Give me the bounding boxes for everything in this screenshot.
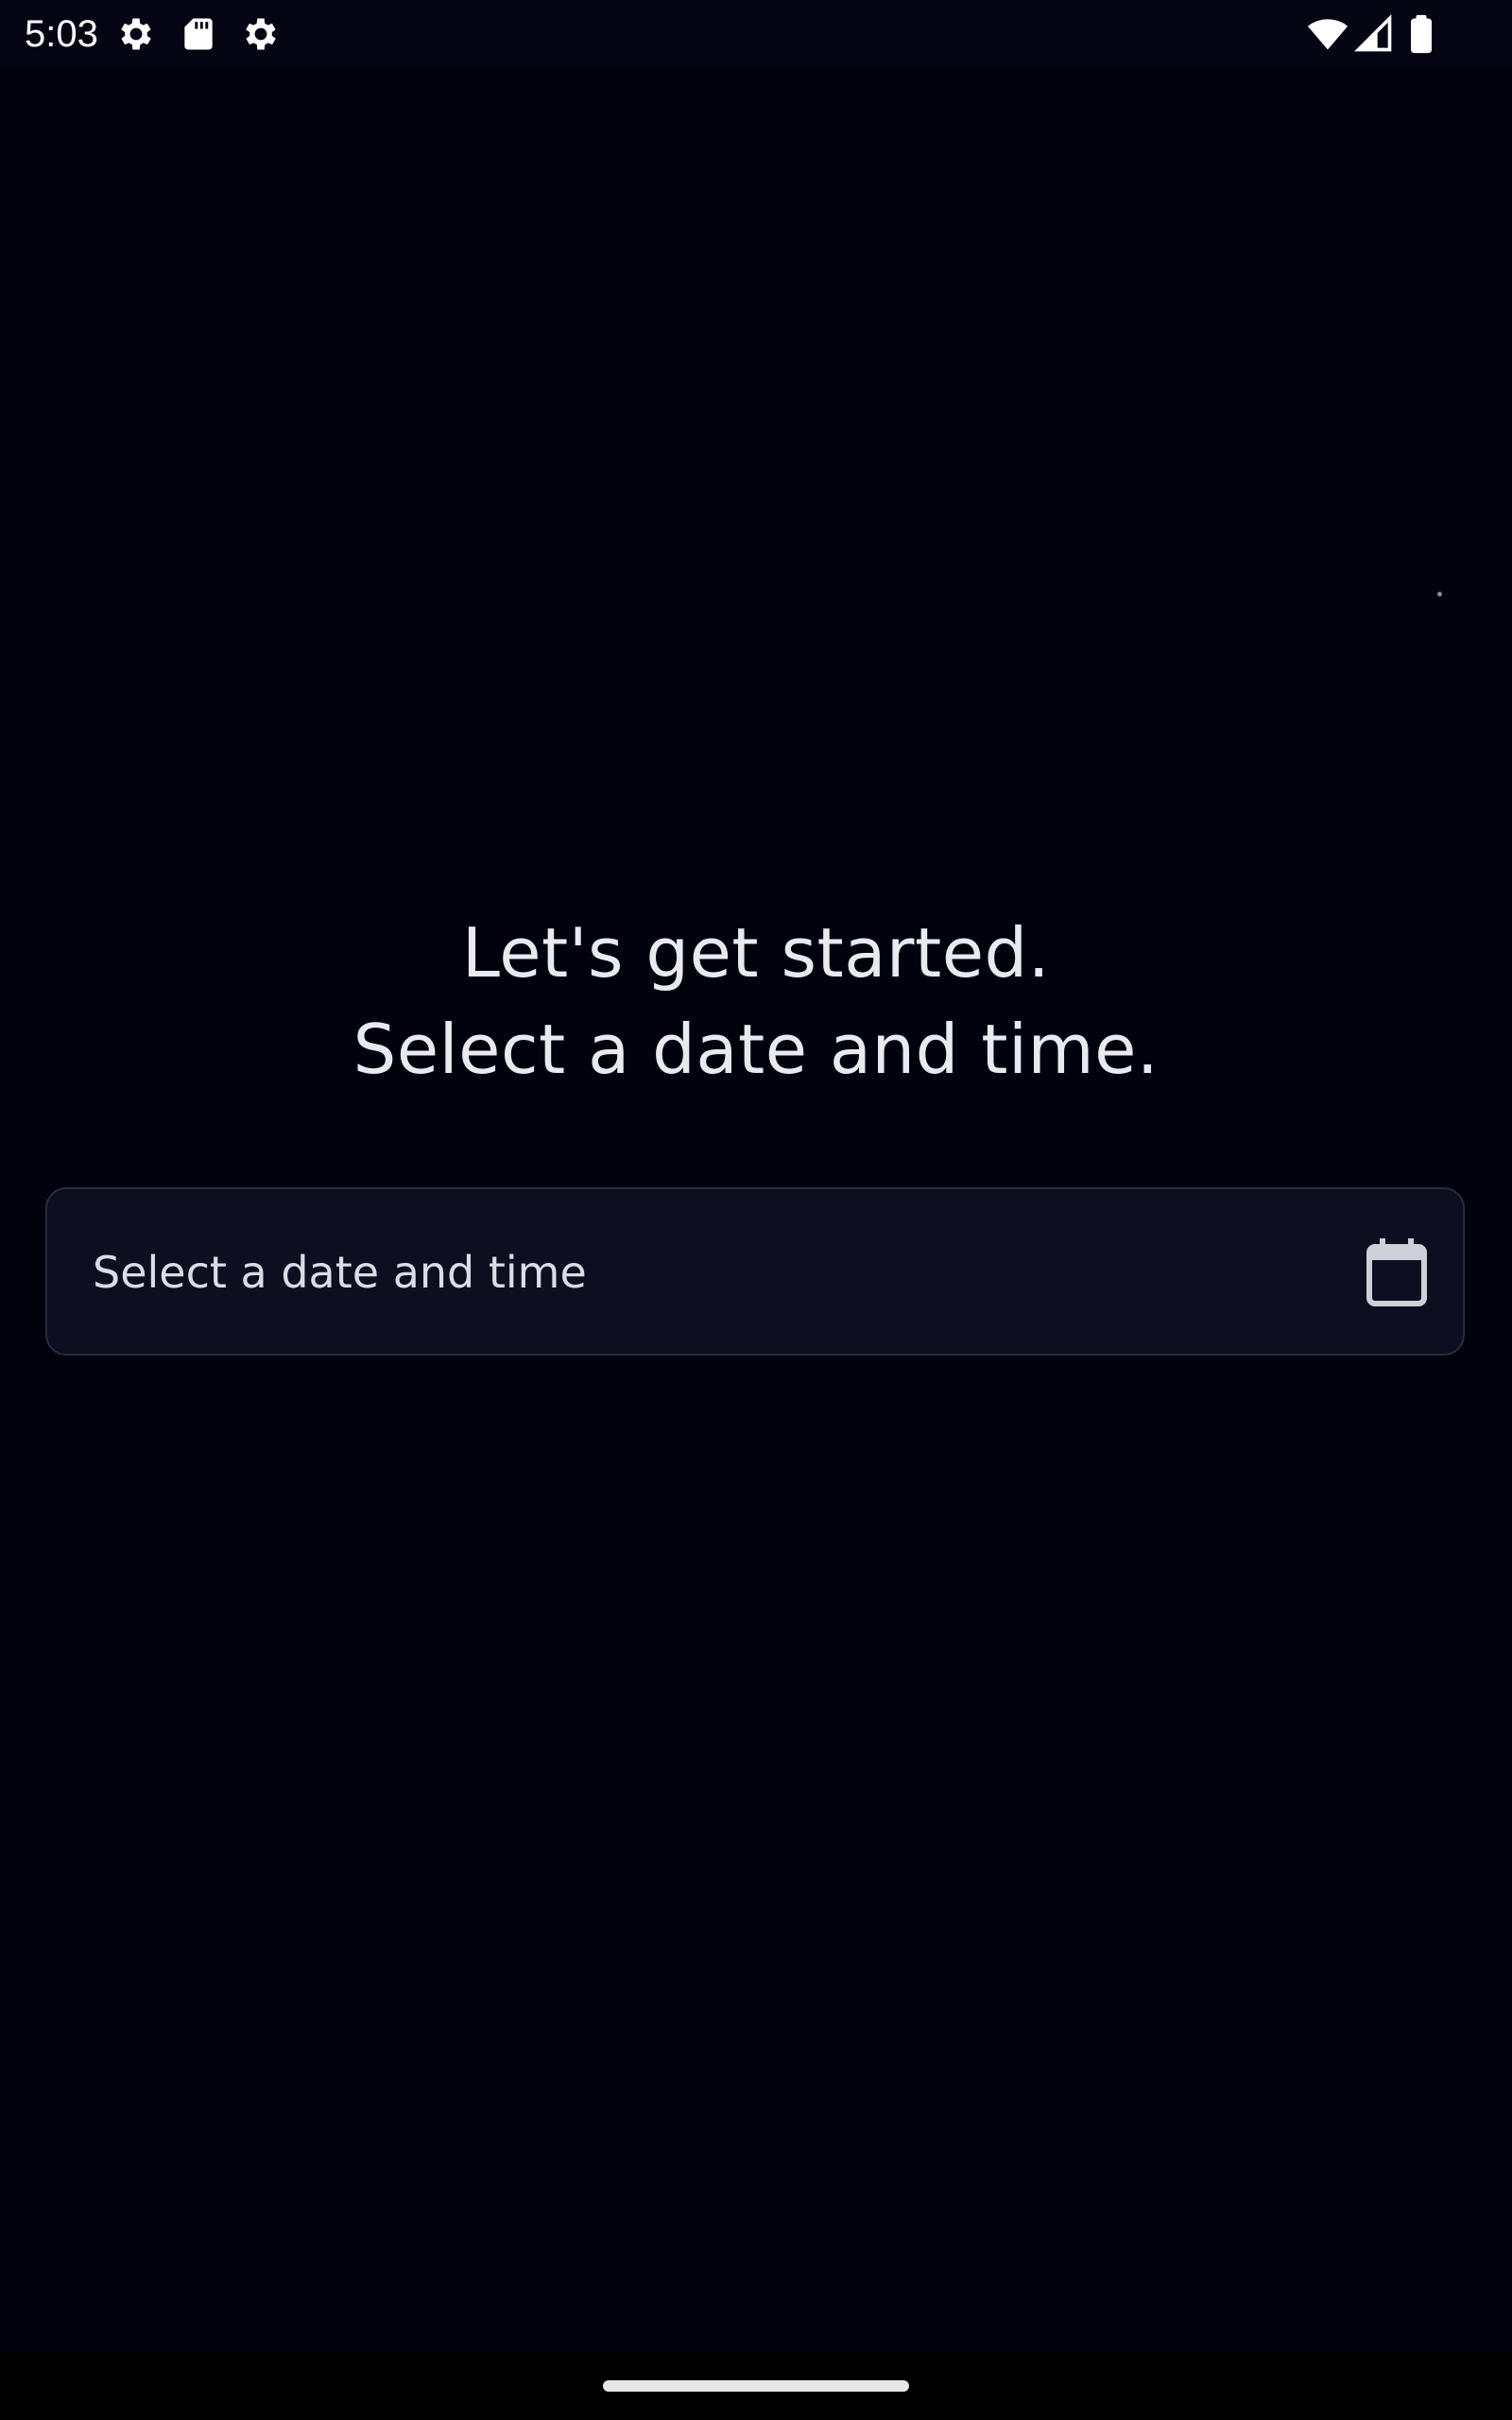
gear-icon (246, 18, 276, 50)
navigation-bar (0, 2352, 1512, 2420)
decorative-dot (1437, 592, 1442, 596)
headline-line-2: Select a date and time. (352, 1010, 1160, 1089)
cell-signal-icon (1354, 14, 1392, 52)
home-indicator[interactable] (603, 2380, 909, 2392)
status-bar: 5:03 (0, 0, 1512, 68)
battery-icon (1411, 14, 1432, 54)
headline-line-1: Let's get started. (461, 913, 1051, 993)
status-time: 5:03 (25, 13, 98, 55)
sd-card-icon (184, 18, 213, 50)
main-content: Let's get started. Select a date and tim… (0, 68, 1512, 2352)
date-time-picker-label: Select a date and time (93, 1247, 587, 1298)
gear-icon (121, 18, 151, 50)
date-time-picker-field[interactable]: Select a date and time (45, 1187, 1465, 1356)
page-title: Let's get started. Select a date and tim… (0, 905, 1512, 1098)
calendar-icon[interactable] (1366, 1238, 1427, 1306)
wifi-icon (1307, 19, 1349, 50)
